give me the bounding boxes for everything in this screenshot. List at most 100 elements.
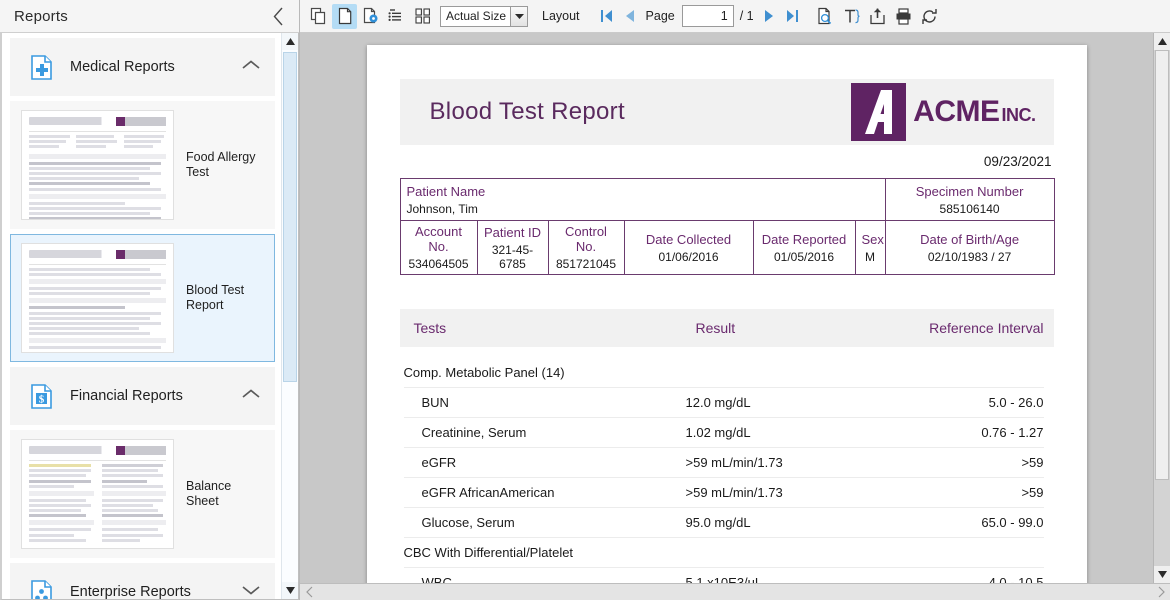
sidebar-scroll-track[interactable]	[282, 50, 298, 582]
test-result: 1.02 mg/dL	[685, 425, 751, 440]
outline-list-icon[interactable]	[384, 4, 409, 29]
patient-name-cell: Patient Name Johnson, Tim	[399, 178, 886, 221]
print-icon[interactable]	[891, 4, 916, 29]
col-header-reference: Reference Interval	[929, 320, 1044, 336]
chevron-down-icon[interactable]	[241, 583, 261, 599]
thumbnail-preview	[21, 243, 174, 353]
single-page-icon[interactable]	[332, 3, 357, 29]
thumbnails-grid-icon[interactable]	[410, 4, 435, 29]
sidebar-item-label: Food Allergy Test	[186, 150, 256, 179]
sidebar-group-financial-reports[interactable]: $ Financial Reports	[10, 367, 275, 425]
sidebar-group-medical-reports[interactable]: Medical Reports	[10, 38, 275, 96]
document-org-icon	[28, 579, 55, 599]
acme-name: ACME	[913, 95, 1000, 128]
sidebar-group-label: Enterprise Reports	[70, 584, 191, 599]
chevron-down-icon[interactable]	[510, 6, 527, 26]
specimen-number-value: 585106140	[939, 201, 1000, 216]
layout-button[interactable]: Layout	[535, 6, 587, 26]
sidebar-item-blood-test-report[interactable]: Blood Test Report	[10, 234, 275, 362]
search-page-icon[interactable]	[813, 4, 838, 29]
scroll-left-arrow-icon[interactable]	[300, 584, 317, 600]
results-table: Tests Result Reference Interval Comp. Me…	[399, 309, 1054, 583]
last-page-icon[interactable]	[782, 4, 804, 28]
document-horizontal-scrollbar[interactable]	[300, 583, 1170, 600]
test-reference: 65.0 - 99.0	[981, 515, 1044, 530]
field-value: 534064505	[408, 257, 469, 271]
patient-name-value: Johnson, Tim	[406, 201, 478, 216]
field-value: 01/05/2016	[773, 249, 835, 264]
acme-inc-suffix: INC.	[1001, 105, 1037, 125]
sidebar-item-label: Blood Test Report	[186, 283, 245, 312]
scroll-up-arrow-icon[interactable]	[282, 33, 298, 50]
control-no-cell: Control No. 851721045	[547, 220, 625, 275]
text-select-icon[interactable]	[839, 4, 864, 29]
date-reported-cell: Date Reported 01/05/2016	[752, 220, 856, 275]
sidebar-header: Reports	[0, 0, 299, 33]
specimen-number-label: Specimen Number	[915, 183, 1024, 199]
table-row: Patient Name Johnson, Tim Specimen Numbe…	[399, 178, 1055, 221]
table-row: Creatinine, Serum 1.02 mg/dL 0.76 - 1.27	[403, 417, 1044, 447]
horizontal-scroll-track[interactable]	[317, 583, 1153, 600]
viewer-toolbar: Actual Size Layout Page / 1	[300, 0, 1170, 33]
chevron-left-icon[interactable]	[267, 5, 289, 27]
section-title: CBC With Differential/Platelet	[403, 545, 574, 560]
test-result: >59 mL/min/1.73	[685, 485, 783, 500]
page-label: Page	[645, 9, 675, 23]
sex-cell: Sex M	[854, 220, 886, 275]
first-page-icon[interactable]	[596, 4, 618, 28]
field-label: Sex	[861, 231, 884, 247]
next-page-icon[interactable]	[759, 4, 781, 28]
test-reference: >59	[1021, 455, 1044, 470]
report-viewer-window: Reports Medical Reports Food Allergy Tes…	[0, 0, 1170, 600]
acme-logo-text: ACME INC.	[913, 95, 1037, 129]
sidebar-vertical-scrollbar[interactable]	[281, 33, 298, 599]
report-title: Blood Test Report	[429, 98, 625, 125]
document-vertical-scrollbar[interactable]	[1153, 33, 1170, 583]
document-plus-icon	[28, 54, 55, 81]
test-result: >59 mL/min/1.73	[685, 455, 783, 470]
document-page: Blood Test Report ACME INC. 09/23/2021 P…	[366, 45, 1087, 583]
test-name: BUN	[421, 395, 449, 410]
scroll-down-arrow-icon[interactable]	[282, 582, 298, 599]
table-row: eGFR AfricanAmerican >59 mL/min/1.73 >59	[403, 477, 1044, 507]
document-scroll-thumb[interactable]	[1155, 50, 1169, 480]
thumbnail-preview	[21, 110, 174, 220]
test-name: Glucose, Serum	[421, 515, 515, 530]
document-scroll-area[interactable]: Blood Test Report ACME INC. 09/23/2021 P…	[300, 33, 1153, 583]
scroll-up-arrow-icon[interactable]	[1154, 33, 1170, 50]
specimen-number-cell: Specimen Number 585106140	[884, 178, 1055, 221]
page-settings-icon[interactable]	[358, 4, 383, 29]
test-name: WBC	[421, 575, 452, 583]
field-label: Date Reported	[761, 231, 847, 247]
scroll-right-arrow-icon[interactable]	[1153, 584, 1170, 600]
refresh-icon[interactable]	[917, 4, 942, 29]
reports-sidebar: Reports Medical Reports Food Allergy Tes…	[0, 0, 300, 600]
chevron-up-icon[interactable]	[241, 58, 261, 76]
page-number-input[interactable]	[681, 5, 734, 27]
table-row: Glucose, Serum 95.0 mg/dL 65.0 - 99.0	[403, 507, 1044, 537]
sidebar-item-food-allergy-test[interactable]: Food Allergy Test	[10, 101, 275, 229]
sidebar-scroll-thumb[interactable]	[283, 52, 297, 382]
export-upload-icon[interactable]	[865, 4, 890, 29]
sidebar-item-balance-sheet[interactable]: Balance Sheet	[10, 430, 275, 558]
field-value: 321-45-6785	[491, 242, 534, 271]
field-value: 851721045	[555, 257, 617, 271]
field-label: Patient ID	[483, 224, 542, 240]
report-header: Blood Test Report ACME INC.	[399, 79, 1054, 145]
test-reference: 0.76 - 1.27	[981, 425, 1044, 440]
copy-page-icon[interactable]	[306, 4, 331, 29]
field-value: 01/06/2016	[658, 249, 719, 264]
prev-page-icon[interactable]	[619, 4, 641, 28]
field-label: Date Collected	[645, 231, 732, 247]
test-name: eGFR AfricanAmerican	[421, 485, 555, 500]
scroll-down-arrow-icon[interactable]	[1154, 566, 1170, 583]
document-viewport: Blood Test Report ACME INC. 09/23/2021 P…	[300, 33, 1170, 583]
thumbnail-preview	[21, 439, 174, 549]
zoom-level-select[interactable]: Actual Size	[440, 5, 528, 27]
test-reference: >59	[1021, 485, 1044, 500]
sidebar-group-enterprise-reports[interactable]: Enterprise Reports	[10, 563, 275, 599]
chevron-up-icon[interactable]	[241, 387, 261, 405]
sidebar-group-label: Medical Reports	[70, 59, 175, 75]
document-scroll-track[interactable]	[1154, 50, 1170, 566]
results-header-row: Tests Result Reference Interval	[399, 309, 1054, 347]
